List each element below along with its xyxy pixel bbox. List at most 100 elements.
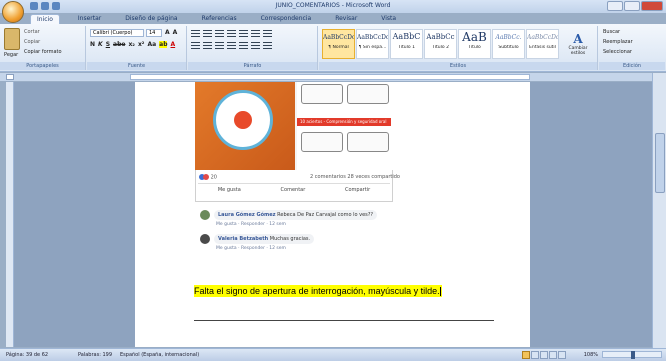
style-subtitulo[interactable]: AaBbCc. Subtítulo xyxy=(492,29,525,59)
style-label: ¶ Normal xyxy=(328,45,349,50)
grow-font-icon[interactable]: A xyxy=(165,29,170,36)
align-right-icon[interactable] xyxy=(215,42,224,49)
tab-insertar[interactable]: Insertar xyxy=(72,14,107,24)
shrink-font-icon[interactable]: A xyxy=(173,29,178,36)
style-sin-espaciado[interactable]: AaBbCcDc ¶ Sin espa... xyxy=(356,29,389,59)
change-styles-button[interactable]: A Cambiar estilos xyxy=(565,32,591,62)
minimize-button[interactable] xyxy=(607,1,623,11)
font-size-field[interactable]: 14 xyxy=(146,29,162,37)
full-screen-icon[interactable] xyxy=(531,351,539,359)
highlight-icon[interactable]: ab xyxy=(159,41,168,48)
find-button[interactable]: Buscar xyxy=(603,29,620,35)
tab-correspondencia[interactable]: Correspondencia xyxy=(255,14,318,24)
zoom-slider[interactable] xyxy=(602,351,662,359)
align-center-icon[interactable] xyxy=(203,42,212,49)
line-spacing-icon[interactable] xyxy=(239,42,248,49)
vertical-ruler[interactable] xyxy=(6,82,14,347)
paste-icon[interactable] xyxy=(4,28,20,50)
editing-group-label: Edición xyxy=(599,62,665,70)
font-color-icon[interactable]: A xyxy=(170,41,175,48)
font-name-field[interactable]: Calibri (Cuerpo) xyxy=(90,29,144,37)
close-button[interactable] xyxy=(641,1,663,11)
tab-selector-icon[interactable] xyxy=(6,74,14,80)
avatar xyxy=(200,234,210,244)
style-titulo-1[interactable]: AaBbC Título 1 xyxy=(390,29,423,59)
borders-icon[interactable] xyxy=(263,42,272,49)
cut-button[interactable]: Cortar xyxy=(24,29,40,35)
clipboard-group: Pegar Cortar Copiar Copiar formato Porta… xyxy=(0,26,86,70)
status-bar: Página: 39 de 62 Palabras: 199 Español (… xyxy=(0,348,666,361)
post-image-caption: 10 aciertos - Comprensión y seguridad or… xyxy=(297,118,391,126)
highlighted-document-text[interactable]: Falta el signo de apertura de interrogac… xyxy=(194,285,442,297)
bold-icon[interactable]: N xyxy=(90,41,95,48)
format-painter-button[interactable]: Copiar formato xyxy=(24,49,62,55)
style-sample: AaBbCc. xyxy=(495,34,522,41)
reactions-summary: 20 xyxy=(199,174,217,181)
tab-diseno-pagina[interactable]: Diseño de página xyxy=(119,14,183,24)
style-normal[interactable]: AaBbCcDc ¶ Normal xyxy=(322,29,355,59)
shading-icon[interactable] xyxy=(251,42,260,49)
justify-icon[interactable] xyxy=(227,42,236,49)
align-left-icon[interactable] xyxy=(191,42,200,49)
bullets-icon[interactable] xyxy=(191,30,200,37)
select-button[interactable]: Seleccionar xyxy=(603,49,632,55)
copy-button[interactable]: Copiar xyxy=(24,39,40,45)
italic-icon[interactable]: K xyxy=(98,41,103,48)
draft-icon[interactable] xyxy=(558,351,566,359)
strikethrough-icon[interactable]: abe xyxy=(113,41,125,48)
change-styles-area: A Cambiar estilos xyxy=(562,29,592,59)
style-enfasis-sutil[interactable]: AaBbCcDc Énfasis sutil xyxy=(526,29,559,59)
font-group-label: Fuente xyxy=(87,62,186,70)
text-cursor xyxy=(439,287,441,297)
print-layout-icon[interactable] xyxy=(522,351,530,359)
maximize-button[interactable] xyxy=(624,1,640,11)
style-label: Énfasis sutil xyxy=(529,45,556,50)
numbering-icon[interactable] xyxy=(203,30,212,37)
vertical-scrollbar[interactable] xyxy=(652,73,666,348)
style-titulo[interactable]: AaB Título xyxy=(458,29,491,59)
styles-group-label: Estilos xyxy=(319,62,597,70)
language[interactable]: Español (España, internacional) xyxy=(120,349,199,361)
decrease-indent-icon[interactable] xyxy=(227,30,236,37)
show-marks-icon[interactable] xyxy=(263,30,272,37)
underline-icon[interactable]: S xyxy=(106,41,110,48)
comment-author: Laura Gómez Gómez xyxy=(218,212,276,218)
outline-icon[interactable] xyxy=(549,351,557,359)
post-stats: 2 comentarios 28 veces compartido xyxy=(310,174,400,180)
love-reaction-icon xyxy=(203,174,209,180)
ribbon: Pegar Cortar Copiar Copiar formato Porta… xyxy=(0,24,666,72)
style-titulo-2[interactable]: AaBbCc Título 2 xyxy=(424,29,457,59)
tab-revisar[interactable]: Revisar xyxy=(329,14,363,24)
avatar xyxy=(200,210,210,220)
tab-inicio[interactable]: Inicio xyxy=(30,14,60,24)
subscript-icon[interactable]: x₂ xyxy=(128,41,135,48)
horizontal-line xyxy=(194,320,494,321)
comment-meta: Me gusta · Responder · 12 sem xyxy=(216,222,286,227)
multilevel-list-icon[interactable] xyxy=(215,30,224,37)
sort-icon[interactable] xyxy=(251,30,260,37)
scrollbar-thumb[interactable] xyxy=(655,133,665,193)
post-actions: Me gusta Comentar Compartir xyxy=(198,187,390,193)
word-count[interactable]: Palabras: 199 xyxy=(78,349,112,361)
picture-card xyxy=(301,132,343,152)
replace-button[interactable]: Reemplazar xyxy=(603,39,633,45)
zoom-knob[interactable] xyxy=(631,351,635,359)
share-button: Compartir xyxy=(345,187,371,193)
increase-indent-icon[interactable] xyxy=(239,30,248,37)
tab-referencias[interactable]: Referencias xyxy=(196,14,243,24)
change-case-icon[interactable]: Aa xyxy=(147,41,156,48)
page-count[interactable]: Página: 39 de 62 xyxy=(6,349,48,361)
style-sample: AaBbCcDc xyxy=(323,34,354,41)
horizontal-ruler[interactable] xyxy=(130,74,530,80)
style-sample: AaBbCcDc xyxy=(527,34,558,41)
zoom-level[interactable]: 108% xyxy=(584,349,598,361)
web-layout-icon[interactable] xyxy=(540,351,548,359)
tab-vista[interactable]: Vista xyxy=(375,14,402,24)
office-button[interactable] xyxy=(2,1,24,23)
style-label: Título 2 xyxy=(432,45,449,50)
paste-button[interactable]: Pegar xyxy=(4,52,18,58)
document-text: Falta el signo de apertura de interrogac… xyxy=(194,286,440,296)
superscript-icon[interactable]: x² xyxy=(138,41,145,48)
style-label: ¶ Sin espa... xyxy=(358,45,387,50)
comment-bubble: Valeria Betzabeth Muchas gracias. xyxy=(214,234,315,244)
